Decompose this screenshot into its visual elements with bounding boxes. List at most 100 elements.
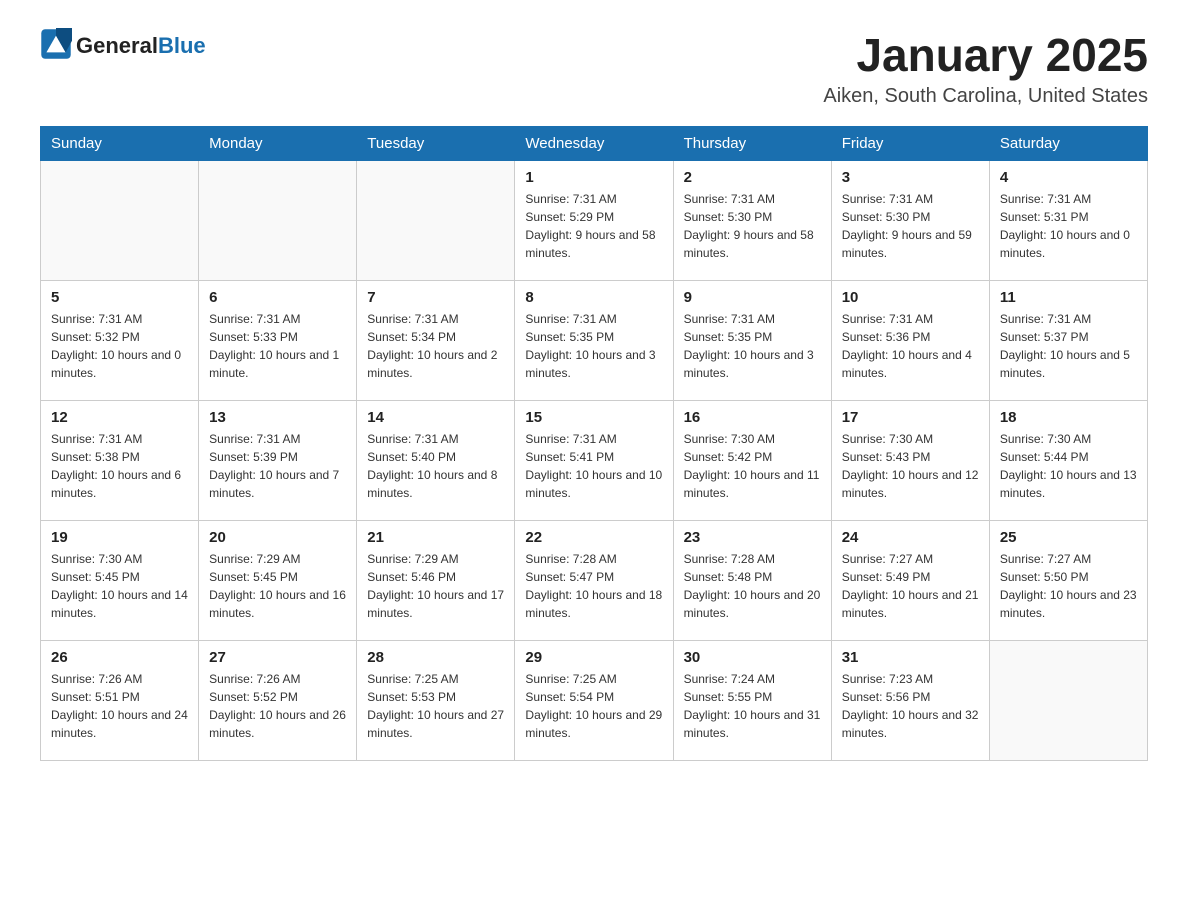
day-number: 23 (684, 529, 821, 546)
day-number: 5 (51, 289, 188, 306)
day-info: Sunrise: 7:30 AMSunset: 5:44 PMDaylight:… (1000, 430, 1137, 502)
day-number: 12 (51, 409, 188, 426)
day-number: 28 (367, 649, 504, 666)
calendar-cell: 16 Sunrise: 7:30 AMSunset: 5:42 PMDayligh… (673, 400, 831, 520)
weekday-header-row: SundayMondayTuesdayWednesdayThursdayFrid… (41, 126, 1148, 160)
day-info: Sunrise: 7:31 AMSunset: 5:33 PMDaylight:… (209, 310, 346, 382)
day-info: Sunrise: 7:31 AMSunset: 5:34 PMDaylight:… (367, 310, 504, 382)
calendar-week-row: 19Sunrise: 7:30 AMSunset: 5:45 PMDayligh… (41, 520, 1148, 640)
weekday-header-wednesday: Wednesday (515, 126, 673, 160)
day-info: Sunrise: 7:29 AMSunset: 5:46 PMDaylight:… (367, 550, 504, 622)
weekday-header-monday: Monday (199, 126, 357, 160)
day-info: Sunrise: 7:28 AMSunset: 5:47 PMDaylight:… (525, 550, 662, 622)
calendar-cell: 9Sunrise: 7:31 AMSunset: 5:35 PMDaylight… (673, 280, 831, 400)
calendar-cell: 3 Sunrise: 7:31 AMSunset: 5:30 PMDaylight… (831, 160, 989, 280)
calendar-cell: 25 Sunrise: 7:27 AMSunset: 5:50 PMDayligh… (989, 520, 1147, 640)
day-number: 10 (842, 289, 979, 306)
calendar-cell: 5 Sunrise: 7:31 AMSunset: 5:32 PMDaylight… (41, 280, 199, 400)
day-number: 15 (525, 409, 662, 426)
day-info: Sunrise: 7:24 AMSunset: 5:55 PMDaylight:… (684, 670, 821, 742)
calendar-cell: 22 Sunrise: 7:28 AMSunset: 5:47 PMDayligh… (515, 520, 673, 640)
day-info: Sunrise: 7:31 AMSunset: 5:37 PMDaylight:… (1000, 310, 1137, 382)
day-number: 19 (51, 529, 188, 546)
calendar-cell: 20Sunrise: 7:29 AMSunset: 5:45 PMDayligh… (199, 520, 357, 640)
calendar-cell: 17 Sunrise: 7:30 AMSunset: 5:43 PMDayligh… (831, 400, 989, 520)
logo-icon (40, 28, 72, 60)
day-info: Sunrise: 7:31 AMSunset: 5:41 PMDaylight:… (525, 430, 662, 502)
day-number: 25 (1000, 529, 1137, 546)
day-info: Sunrise: 7:29 AMSunset: 5:45 PMDaylight:… (209, 550, 346, 622)
calendar-cell: 10 Sunrise: 7:31 AMSunset: 5:36 PMDayligh… (831, 280, 989, 400)
page-header: GeneralBlue January 2025 Aiken, South Ca… (40, 30, 1148, 108)
day-number: 4 (1000, 169, 1137, 186)
calendar-cell: 31Sunrise: 7:23 AMSunset: 5:56 PMDayligh… (831, 640, 989, 760)
calendar-cell: 27 Sunrise: 7:26 AMSunset: 5:52 PMDayligh… (199, 640, 357, 760)
day-number: 3 (842, 169, 979, 186)
weekday-header-sunday: Sunday (41, 126, 199, 160)
day-number: 26 (51, 649, 188, 666)
day-info: Sunrise: 7:27 AMSunset: 5:50 PMDaylight:… (1000, 550, 1137, 622)
calendar-header: SundayMondayTuesdayWednesdayThursdayFrid… (41, 126, 1148, 160)
calendar-cell: 4Sunrise: 7:31 AMSunset: 5:31 PMDaylight… (989, 160, 1147, 280)
calendar-cell: 18 Sunrise: 7:30 AMSunset: 5:44 PMDayligh… (989, 400, 1147, 520)
day-number: 8 (525, 289, 662, 306)
calendar-cell: 15 Sunrise: 7:31 AMSunset: 5:41 PMDayligh… (515, 400, 673, 520)
calendar-cell: 6 Sunrise: 7:31 AMSunset: 5:33 PMDaylight… (199, 280, 357, 400)
day-info: Sunrise: 7:31 AMSunset: 5:32 PMDaylight:… (51, 310, 188, 382)
day-number: 17 (842, 409, 979, 426)
day-info: Sunrise: 7:30 AMSunset: 5:43 PMDaylight:… (842, 430, 979, 502)
calendar-cell (199, 160, 357, 280)
day-number: 22 (525, 529, 662, 546)
day-info: Sunrise: 7:27 AMSunset: 5:49 PMDaylight:… (842, 550, 979, 622)
day-info: Sunrise: 7:31 AMSunset: 5:40 PMDaylight:… (367, 430, 504, 502)
day-info: Sunrise: 7:31 AMSunset: 5:30 PMDaylight:… (842, 190, 979, 262)
day-number: 30 (684, 649, 821, 666)
day-info: Sunrise: 7:25 AMSunset: 5:54 PMDaylight:… (525, 670, 662, 742)
day-info: Sunrise: 7:26 AMSunset: 5:51 PMDaylight:… (51, 670, 188, 742)
calendar-cell: 12 Sunrise: 7:31 AMSunset: 5:38 PMDayligh… (41, 400, 199, 520)
day-info: Sunrise: 7:31 AMSunset: 5:39 PMDaylight:… (209, 430, 346, 502)
calendar-cell: 11Sunrise: 7:31 AMSunset: 5:37 PMDayligh… (989, 280, 1147, 400)
calendar-cell: 8 Sunrise: 7:31 AMSunset: 5:35 PMDaylight… (515, 280, 673, 400)
calendar-cell: 1Sunrise: 7:31 AMSunset: 5:29 PMDaylight… (515, 160, 673, 280)
day-number: 18 (1000, 409, 1137, 426)
weekday-header-thursday: Thursday (673, 126, 831, 160)
calendar-cell (989, 640, 1147, 760)
calendar-cell: 13 Sunrise: 7:31 AMSunset: 5:39 PMDayligh… (199, 400, 357, 520)
title-area: January 2025 Aiken, South Carolina, Unit… (823, 30, 1148, 108)
day-number: 16 (684, 409, 821, 426)
calendar-cell (41, 160, 199, 280)
day-number: 24 (842, 529, 979, 546)
day-info: Sunrise: 7:25 AMSunset: 5:53 PMDaylight:… (367, 670, 504, 742)
day-number: 13 (209, 409, 346, 426)
location-subtitle: Aiken, South Carolina, United States (823, 85, 1148, 108)
calendar-cell: 29 Sunrise: 7:25 AMSunset: 5:54 PMDayligh… (515, 640, 673, 760)
day-number: 29 (525, 649, 662, 666)
day-number: 6 (209, 289, 346, 306)
weekday-header-friday: Friday (831, 126, 989, 160)
calendar-week-row: 1Sunrise: 7:31 AMSunset: 5:29 PMDaylight… (41, 160, 1148, 280)
day-info: Sunrise: 7:31 AMSunset: 5:30 PMDaylight:… (684, 190, 821, 262)
calendar-body: 1Sunrise: 7:31 AMSunset: 5:29 PMDaylight… (41, 160, 1148, 760)
day-info: Sunrise: 7:31 AMSunset: 5:35 PMDaylight:… (525, 310, 662, 382)
day-info: Sunrise: 7:31 AMSunset: 5:38 PMDaylight:… (51, 430, 188, 502)
calendar-cell: 2Sunrise: 7:31 AMSunset: 5:30 PMDaylight… (673, 160, 831, 280)
day-number: 1 (525, 169, 662, 186)
logo-text: GeneralBlue (76, 34, 206, 58)
month-title: January 2025 (823, 30, 1148, 81)
day-info: Sunrise: 7:23 AMSunset: 5:56 PMDaylight:… (842, 670, 979, 742)
logo: GeneralBlue (40, 30, 206, 62)
day-number: 21 (367, 529, 504, 546)
day-number: 27 (209, 649, 346, 666)
calendar-table: SundayMondayTuesdayWednesdayThursdayFrid… (40, 126, 1148, 761)
day-info: Sunrise: 7:26 AMSunset: 5:52 PMDaylight:… (209, 670, 346, 742)
calendar-cell: 19Sunrise: 7:30 AMSunset: 5:45 PMDayligh… (41, 520, 199, 640)
calendar-cell: 24 Sunrise: 7:27 AMSunset: 5:49 PMDayligh… (831, 520, 989, 640)
calendar-cell: 14Sunrise: 7:31 AMSunset: 5:40 PMDayligh… (357, 400, 515, 520)
calendar-cell: 23Sunrise: 7:28 AMSunset: 5:48 PMDayligh… (673, 520, 831, 640)
day-info: Sunrise: 7:30 AMSunset: 5:42 PMDaylight:… (684, 430, 821, 502)
calendar-cell: 30 Sunrise: 7:24 AMSunset: 5:55 PMDayligh… (673, 640, 831, 760)
calendar-cell: 26 Sunrise: 7:26 AMSunset: 5:51 PMDayligh… (41, 640, 199, 760)
day-info: Sunrise: 7:31 AMSunset: 5:36 PMDaylight:… (842, 310, 979, 382)
day-number: 7 (367, 289, 504, 306)
